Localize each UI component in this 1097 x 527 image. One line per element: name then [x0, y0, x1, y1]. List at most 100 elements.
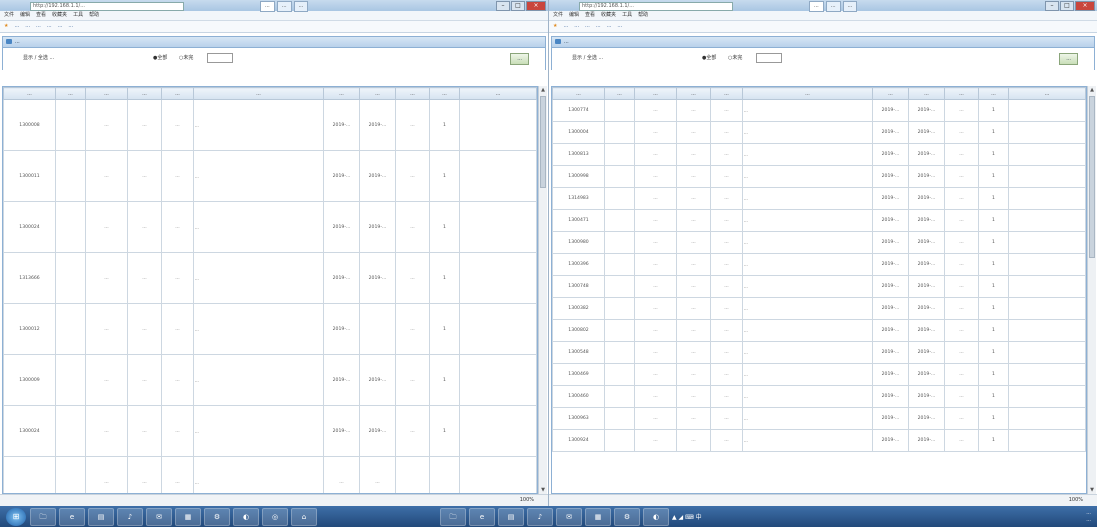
table-row[interactable]: 1300004............ 2019-... 2019-...... 1 — [552, 121, 1086, 144]
query-button[interactable]: ... — [510, 53, 529, 65]
scroll-thumb[interactable] — [1089, 96, 1095, 258]
table-row[interactable]: 1300471............ 2019-... 2019-...... 1 — [552, 209, 1086, 232]
column-header[interactable]: ... — [85, 87, 128, 100]
tray-icons[interactable]: ▲ ◢ ⌨ 中 — [672, 512, 702, 521]
menu-file[interactable]: 文件 — [553, 11, 563, 20]
taskbar-app-icon[interactable]: 🗀 — [440, 507, 466, 526]
table-row[interactable]: 1300024............ 2019-... 2019-...... 1 — [3, 405, 537, 457]
browser-tab[interactable]: ... — [825, 1, 841, 12]
menu-help[interactable]: 帮助 — [89, 11, 99, 20]
column-header[interactable]: ... — [742, 87, 873, 100]
column-header[interactable]: ... — [634, 87, 677, 100]
menu-help[interactable]: 帮助 — [638, 11, 648, 20]
table-row[interactable]: 1314983............ 2019-... 2019-...... 1 — [552, 187, 1086, 210]
favorite-link[interactable]: ... — [68, 21, 73, 32]
menu-view[interactable]: 查看 — [36, 11, 46, 20]
column-header[interactable]: ... — [552, 87, 605, 100]
menu-edit[interactable]: 编辑 — [569, 11, 579, 20]
scroll-down-icon[interactable]: ▼ — [1088, 486, 1096, 494]
column-header[interactable]: ... — [710, 87, 743, 100]
favorite-link[interactable]: ... — [563, 21, 568, 32]
query-button[interactable]: ... — [1059, 53, 1078, 65]
taskbar-app-icon[interactable]: ⚙ — [204, 507, 230, 526]
column-header[interactable]: ... — [161, 87, 194, 100]
browser-tab[interactable]: ... — [293, 1, 309, 12]
favorite-link[interactable]: ... — [14, 21, 19, 32]
favorite-link[interactable]: ... — [585, 21, 590, 32]
browser-tab[interactable]: ... — [276, 1, 292, 12]
clock[interactable]: ... ... — [1086, 510, 1091, 524]
scroll-up-icon[interactable]: ▲ — [1088, 86, 1096, 94]
favorite-link[interactable]: ... — [596, 21, 601, 32]
column-header[interactable]: ... — [944, 87, 979, 100]
scroll-thumb[interactable] — [540, 96, 546, 188]
column-header[interactable]: ... — [395, 87, 430, 100]
menu-edit[interactable]: 编辑 — [20, 11, 30, 20]
start-button[interactable]: ⊞ — [6, 507, 26, 526]
taskbar-app-icon[interactable]: e — [59, 507, 85, 526]
scroll-down-icon[interactable]: ▼ — [539, 486, 547, 494]
taskbar-app-icon[interactable]: ♪ — [117, 507, 143, 526]
table-row[interactable]: 1300813............ 2019-... 2019-...... 1 — [552, 143, 1086, 166]
column-header[interactable]: ... — [872, 87, 909, 100]
taskbar-app-icon[interactable]: 🗀 — [30, 507, 56, 526]
table-row[interactable]: 1300924............ 2019-... 2019-...... 1 — [552, 429, 1086, 452]
minimize-icon[interactable]: – — [1045, 1, 1059, 11]
column-header[interactable]: ... — [676, 87, 711, 100]
taskbar-app-icon[interactable]: ✉ — [146, 507, 172, 526]
maximize-icon[interactable]: □ — [511, 1, 525, 11]
close-icon[interactable]: × — [1075, 1, 1095, 11]
table-row[interactable]: .................. — [3, 456, 537, 493]
column-header[interactable]: ... — [359, 87, 396, 100]
table-row[interactable]: 1300469............ 2019-... 2019-...... 1 — [552, 363, 1086, 386]
maximize-icon[interactable]: □ — [1060, 1, 1074, 11]
table-row[interactable]: 1300012............ 2019-...... 1 — [3, 303, 537, 355]
column-header[interactable]: ... — [459, 87, 537, 100]
taskbar-app-icon[interactable]: ◐ — [643, 507, 669, 526]
column-header[interactable]: ... — [127, 87, 162, 100]
star-icon[interactable]: ★ — [4, 21, 8, 32]
table-row[interactable]: 1300008............ 2019-... 2019-...... 1 — [3, 99, 537, 151]
table-row[interactable]: 1300998............ 2019-... 2019-...... 1 — [552, 165, 1086, 188]
column-header[interactable]: ... — [429, 87, 460, 100]
address-bar[interactable]: http://192.168.1.1/... — [30, 2, 184, 11]
favorite-link[interactable]: ... — [617, 21, 622, 32]
favorite-link[interactable]: ... — [574, 21, 579, 32]
taskbar-app-icon[interactable]: ✉ — [556, 507, 582, 526]
menu-favorites[interactable]: 收藏夹 — [601, 11, 616, 20]
table-row[interactable]: 1300460............ 2019-... 2019-...... 1 — [552, 385, 1086, 408]
zoom-level[interactable]: 100% — [1069, 497, 1083, 503]
taskbar-app-icon[interactable]: ⌂ — [291, 507, 317, 526]
taskbar-app-icon[interactable]: ▦ — [585, 507, 611, 526]
column-header[interactable]: ... — [323, 87, 360, 100]
taskbar-app-icon[interactable]: ▤ — [498, 507, 524, 526]
favorite-link[interactable]: ... — [607, 21, 612, 32]
menu-tools[interactable]: 工具 — [622, 11, 632, 20]
taskbar-app-icon[interactable]: ◐ — [233, 507, 259, 526]
column-header[interactable]: ... — [604, 87, 635, 100]
column-header[interactable]: ... — [908, 87, 945, 100]
column-header[interactable]: ... — [1008, 87, 1086, 100]
table-row[interactable]: 1300980............ 2019-... 2019-...... 1 — [552, 231, 1086, 254]
favorite-link[interactable]: ... — [47, 21, 52, 32]
taskbar-app-icon[interactable]: ◎ — [262, 507, 288, 526]
favorite-link[interactable]: ... — [25, 21, 30, 32]
scroll-up-icon[interactable]: ▲ — [539, 86, 547, 94]
table-row[interactable]: 1300774............ 2019-... 2019-...... 1 — [552, 99, 1086, 122]
table-row[interactable]: 1300802............ 2019-... 2019-...... 1 — [552, 319, 1086, 342]
table-row[interactable]: 1300009............ 2019-... 2019-...... 1 — [3, 354, 537, 406]
column-header[interactable]: ... — [193, 87, 324, 100]
radio-unfinished[interactable]: ○未完 — [728, 54, 742, 61]
column-header[interactable]: ... — [3, 87, 56, 100]
menu-view[interactable]: 查看 — [585, 11, 595, 20]
taskbar-app-icon[interactable]: e — [469, 507, 495, 526]
table-row[interactable]: 1300382............ 2019-... 2019-...... 1 — [552, 297, 1086, 320]
table-row[interactable]: 1300011............ 2019-... 2019-...... 1 — [3, 150, 537, 202]
radio-all[interactable]: ●全部 — [702, 54, 716, 61]
column-header[interactable]: ... — [55, 87, 86, 100]
filter-input[interactable] — [207, 53, 233, 63]
taskbar-app-icon[interactable]: ▤ — [88, 507, 114, 526]
browser-tab[interactable]: ... — [842, 1, 858, 12]
table-row[interactable]: 1300548............ 2019-... 2019-...... 1 — [552, 341, 1086, 364]
table-row[interactable]: 1300748............ 2019-... 2019-...... 1 — [552, 275, 1086, 298]
